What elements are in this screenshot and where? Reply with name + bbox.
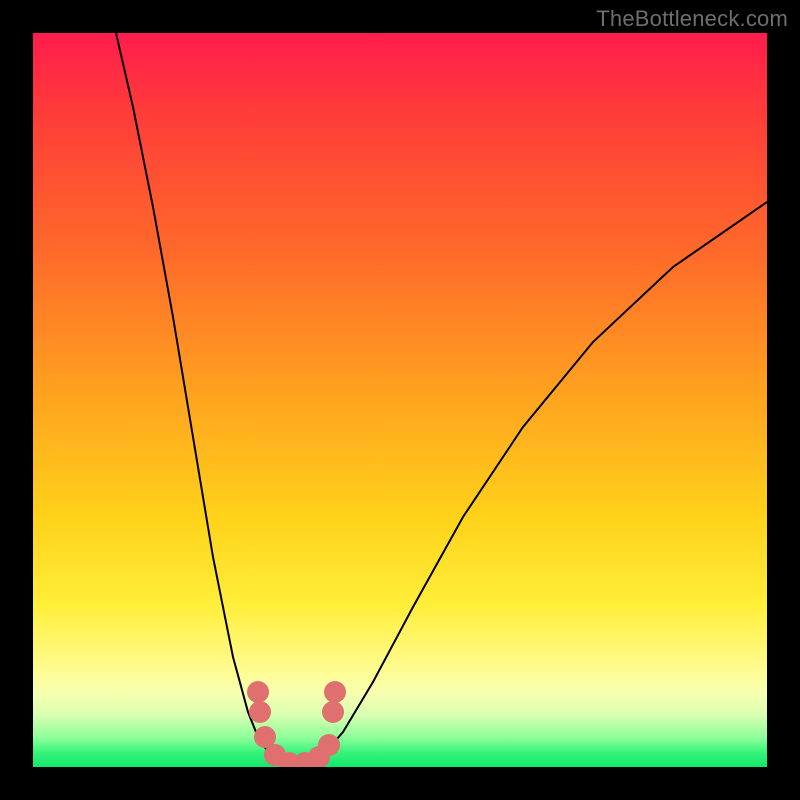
marker-point	[247, 681, 269, 703]
chart-plot-area	[33, 33, 767, 767]
marker-point	[322, 701, 344, 723]
marker-cluster	[247, 681, 346, 767]
marker-point	[324, 681, 346, 703]
marker-point	[318, 734, 340, 756]
watermark-text: TheBottleneck.com	[596, 6, 788, 32]
outer-frame: TheBottleneck.com	[0, 0, 800, 800]
curve-right-branch	[295, 202, 767, 767]
marker-point	[249, 701, 271, 723]
curve-left-branch	[116, 33, 295, 767]
chart-svg	[33, 33, 767, 767]
